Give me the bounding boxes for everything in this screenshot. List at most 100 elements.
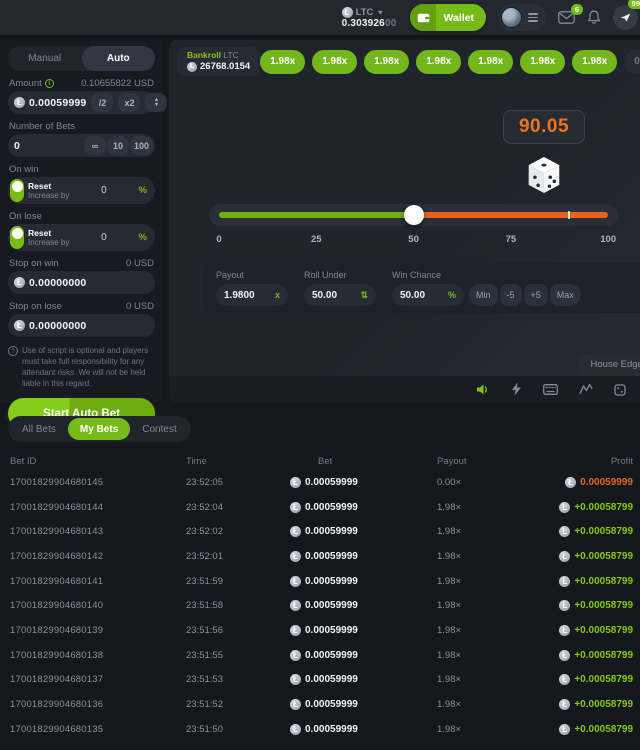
- ltc-coin-icon: [559, 650, 570, 661]
- bet-profit: +0.00058799: [559, 576, 640, 587]
- bets-preset-button[interactable]: 100: [130, 136, 153, 155]
- double-amount-button[interactable]: x2: [118, 93, 140, 112]
- top-bar: LTC ▼ 0.30392600 Wallet 6 99: [0, 0, 640, 37]
- on-lose-toggle[interactable]: [10, 226, 24, 249]
- amount-input[interactable]: 0.00059999 /2 x2 ▴▾: [8, 91, 155, 114]
- on-win-value[interactable]: 0: [69, 185, 138, 196]
- half-amount-button[interactable]: /2: [91, 93, 113, 112]
- bet-id[interactable]: 17001829904680138: [0, 650, 186, 661]
- roll-under-input[interactable]: 50.00 ⇅: [304, 284, 376, 306]
- live-stats-button[interactable]: [579, 383, 593, 395]
- amount-value: 0.00059999: [29, 97, 86, 109]
- amount-usd-value: 0.10655822 USD: [81, 78, 154, 89]
- slider-knob[interactable]: [404, 205, 424, 225]
- slider-axis-label: 25: [311, 234, 322, 245]
- bet-id[interactable]: 17001829904680135: [0, 724, 186, 735]
- on-lose-label: On lose: [9, 211, 42, 222]
- bets-preset-button[interactable]: 10: [107, 136, 129, 155]
- fairness-button[interactable]: [614, 383, 626, 396]
- bet-profit: +0.00058799: [559, 724, 640, 735]
- ltc-coin-icon: [290, 625, 301, 636]
- bet-id[interactable]: 17001829904680141: [0, 576, 186, 587]
- amount-stepper[interactable]: ▴▾: [145, 93, 167, 112]
- bet-id[interactable]: 17001829904680140: [0, 600, 186, 611]
- wallet-icon: [410, 4, 436, 31]
- on-lose-reset-label[interactable]: Reset: [28, 228, 69, 238]
- ltc-coin-icon: [565, 477, 576, 488]
- tab-contest[interactable]: Contest: [130, 418, 188, 440]
- bet-id[interactable]: 17001829904680139: [0, 625, 186, 636]
- bet-amount-value: 0.00059999: [305, 674, 358, 685]
- on-lose-value[interactable]: 0: [69, 232, 138, 243]
- payout-input[interactable]: 1.9800 x: [216, 284, 288, 306]
- on-win-toggle[interactable]: [10, 179, 24, 202]
- bet-profit-value: +0.00058799: [574, 674, 633, 685]
- dice-game-area: Bankroll LTC 26768.0154 1.98x1.98x1.98x1…: [169, 40, 640, 402]
- tab-my-bets[interactable]: My Bets: [68, 418, 130, 440]
- bet-profit-value: +0.00058799: [574, 526, 633, 537]
- win-chance-input[interactable]: 50.00 %: [392, 284, 464, 306]
- bet-payout: 1.98×: [437, 650, 527, 661]
- bet-profit-value: +0.00058799: [574, 502, 633, 513]
- bet-profit: +0.00058799: [559, 650, 640, 661]
- turbo-button[interactable]: [511, 382, 522, 396]
- avatar[interactable]: [501, 7, 522, 28]
- bet-profit: +0.00058799: [559, 526, 640, 537]
- stop-on-lose-input[interactable]: 0.00000000: [8, 314, 155, 337]
- ltc-coin-icon: [559, 526, 570, 537]
- bet-id[interactable]: 17001829904680144: [0, 502, 186, 513]
- tab-auto[interactable]: Auto: [82, 46, 156, 71]
- bet-id[interactable]: 17001829904680143: [0, 526, 186, 537]
- roll-slider[interactable]: [209, 204, 618, 226]
- payout-suffix: x: [275, 290, 280, 300]
- wallet-button[interactable]: Wallet: [410, 4, 486, 31]
- ltc-coin-icon: [559, 502, 570, 513]
- bet-time: 23:52:02: [186, 526, 290, 537]
- chat-button[interactable]: 99: [613, 5, 636, 30]
- bankroll-chip[interactable]: Bankroll LTC 26768.0154: [177, 47, 260, 76]
- win-chance-max-button[interactable]: Max: [550, 284, 581, 306]
- hotkeys-button[interactable]: [543, 384, 558, 395]
- on-lose-increase-label[interactable]: Increase by: [28, 238, 69, 247]
- bet-id[interactable]: 17001829904680145: [0, 477, 186, 488]
- bet-time: 23:51:50: [186, 724, 290, 735]
- roll-under-label: Roll Under: [304, 270, 376, 280]
- swap-icon[interactable]: ⇅: [360, 290, 368, 301]
- on-win-reset-label[interactable]: Reset: [28, 181, 69, 191]
- bet-profit-value: +0.00058799: [574, 650, 633, 661]
- tab-manual[interactable]: Manual: [8, 46, 82, 71]
- bet-id[interactable]: 17001829904680137: [0, 674, 186, 685]
- bet-time: 23:51:52: [186, 699, 290, 710]
- house-edge-badge: House Edge 1%: [579, 354, 640, 376]
- bet-profit-value: +0.00058799: [574, 551, 633, 562]
- bet-profit: +0.00058799: [559, 699, 640, 710]
- user-menu[interactable]: [498, 4, 546, 31]
- win-chance-plus5-button[interactable]: +5: [524, 284, 548, 306]
- chat-badge: 99: [628, 0, 640, 9]
- bets-preset-button[interactable]: ∞: [84, 136, 106, 155]
- trend-chart-icon: [579, 383, 593, 395]
- currency-selector[interactable]: LTC ▼ 0.30392600: [342, 7, 397, 29]
- number-of-bets-input[interactable]: 0 ∞10100: [8, 134, 155, 157]
- roll-result: 90.05: [503, 110, 585, 144]
- roll-under-value: 50.00: [312, 290, 337, 301]
- ltc-coin-icon: [290, 576, 301, 587]
- bet-amount-value: 0.00059999: [305, 477, 358, 488]
- on-win-increase-label[interactable]: Increase by: [28, 191, 69, 200]
- table-row: 1700182990468013923:51:560.000599991.98×…: [0, 618, 640, 643]
- bet-id[interactable]: 17001829904680142: [0, 551, 186, 562]
- ltc-coin-icon: [290, 502, 301, 513]
- bet-time: 23:52:05: [186, 477, 290, 488]
- mail-button[interactable]: 6: [558, 11, 575, 24]
- bet-time: 23:52:01: [186, 551, 290, 562]
- ltc-coin-icon: [559, 674, 570, 685]
- sound-button[interactable]: [476, 383, 490, 396]
- win-chance-minus5-button[interactable]: -5: [500, 284, 522, 306]
- win-chance-min-button[interactable]: Min: [469, 284, 498, 306]
- bet-amount: 0.00059999: [290, 526, 437, 537]
- tab-all-bets[interactable]: All Bets: [10, 418, 68, 440]
- column-header: Bet ID: [0, 456, 186, 467]
- stop-on-win-input[interactable]: 0.00000000: [8, 271, 155, 294]
- bet-id[interactable]: 17001829904680136: [0, 699, 186, 710]
- notifications-button[interactable]: [587, 10, 601, 25]
